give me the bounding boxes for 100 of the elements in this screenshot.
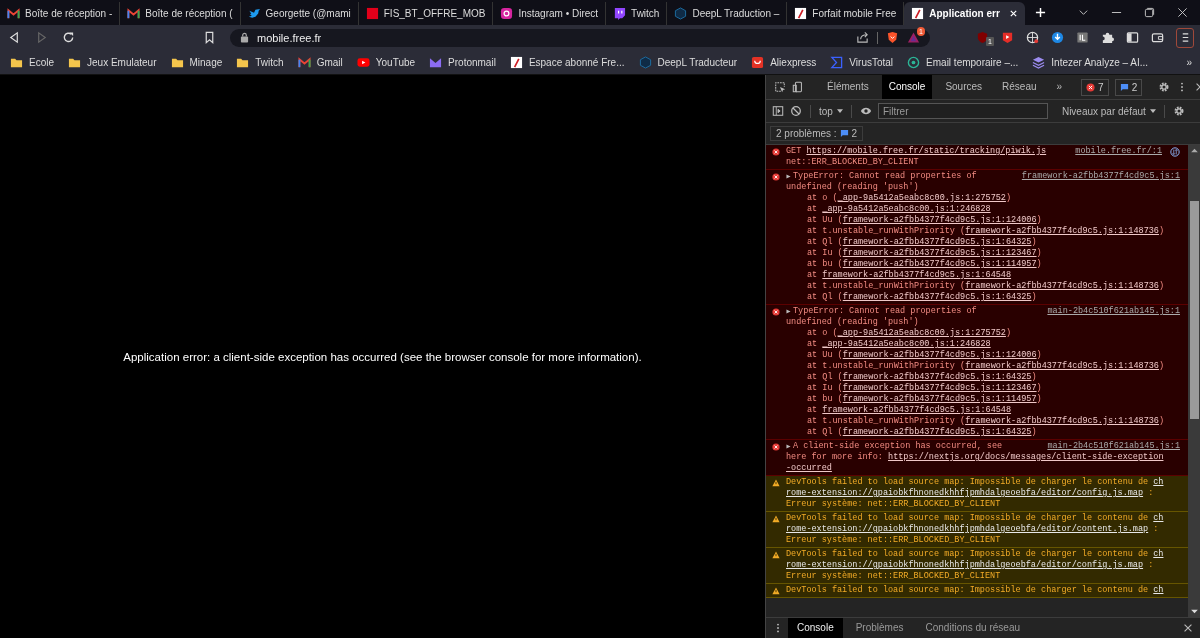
link[interactable]: ch xyxy=(1153,585,1164,596)
message-count-button[interactable]: 2 xyxy=(1114,78,1143,96)
settings-icon[interactable] xyxy=(1158,81,1171,93)
bird-icon xyxy=(247,7,261,20)
link[interactable]: framework-a2fbb4377f4cd9c5.js:1:148736 xyxy=(965,361,1159,372)
link[interactable]: framework-a2fbb4377f4cd9c5.js:1:123467 xyxy=(842,383,1037,394)
devtools-tab[interactable]: Console xyxy=(881,75,933,99)
devtools-tab[interactable]: Éléments xyxy=(820,75,876,99)
message-text: DevTools failed to load source map: Impossible de charger le contenu de xyxy=(786,477,1150,488)
share-icon[interactable] xyxy=(856,31,869,44)
source-link[interactable]: framework-a2fbb4377f4cd9c5.js:1 xyxy=(1021,171,1180,182)
chevron-down-icon[interactable] xyxy=(1078,7,1089,18)
link[interactable]: _app-9a5412a5eabc8c00.js:1:275752 xyxy=(837,193,1006,204)
close-icon[interactable] xyxy=(1008,9,1018,18)
source-link[interactable]: main-2b4c510f621ab145.js:1 xyxy=(1047,441,1180,452)
message-text: at t.unstable_runWithPriority ( xyxy=(807,226,966,237)
link[interactable]: https://mobile.free.fr/static/tracking/piwik.js xyxy=(806,146,1047,157)
bookmark-item[interactable]: Email temporaire –... xyxy=(907,55,1019,69)
lion-shield-icon[interactable] xyxy=(886,31,899,44)
clear-icon[interactable] xyxy=(790,105,802,117)
link[interactable]: framework-a2fbb4377f4cd9c5.js:1:148736 xyxy=(965,416,1159,427)
expand-triangle-icon[interactable] xyxy=(786,444,791,449)
levels-dropdown[interactable]: Niveaux par défaut xyxy=(1061,105,1156,117)
back-icon[interactable] xyxy=(8,31,21,44)
menu-button[interactable] xyxy=(1176,27,1194,48)
link[interactable]: framework-a2fbb4377f4cd9c5.js:1:114957 xyxy=(842,394,1037,405)
globe-icon[interactable] xyxy=(1026,31,1039,44)
square-icon[interactable] xyxy=(1076,31,1089,44)
scrollbar[interactable] xyxy=(1188,145,1200,617)
bookmark-item[interactable]: Gmail xyxy=(297,55,343,69)
link[interactable]: rome-extension://gpaiobkfhnonedkhhfjpmhdalgeoebfa/editor/content.js.map xyxy=(786,524,1149,535)
link[interactable]: _app-9a5412a5eabc8c00.js:1:246828 xyxy=(822,204,991,215)
link[interactable]: ch xyxy=(1153,477,1164,488)
bookmark-item[interactable]: Jeux Emulateur xyxy=(68,55,157,69)
eye-icon[interactable] xyxy=(859,105,872,117)
link[interactable]: framework-a2fbb4377f4cd9c5.js:1:64325 xyxy=(842,292,1032,303)
expand-triangle-icon[interactable] xyxy=(786,174,791,179)
source-link[interactable]: main-2b4c510f621ab145.js:1 xyxy=(1047,306,1180,317)
drawer-tab[interactable]: Problèmes xyxy=(846,618,913,638)
link[interactable]: framework-a2fbb4377f4cd9c5.js:1:148736 xyxy=(965,226,1159,237)
settings-icon[interactable] xyxy=(1172,105,1185,117)
expand-triangle-icon[interactable] xyxy=(786,309,791,314)
link[interactable]: ch xyxy=(1153,513,1164,524)
play-icon[interactable] xyxy=(1001,31,1014,44)
link[interactable]: -occurred xyxy=(786,463,832,474)
error-count-button[interactable]: 7 xyxy=(1081,78,1109,96)
filter-field[interactable]: Filtrer xyxy=(877,103,1048,119)
scroll-up-icon[interactable] xyxy=(1190,148,1198,153)
bookmark-icon[interactable] xyxy=(203,31,216,44)
link[interactable]: framework-a2fbb4377f4cd9c5.js:1:64548 xyxy=(822,270,1012,281)
network-icon[interactable] xyxy=(1170,146,1180,157)
download-icon[interactable] xyxy=(1051,31,1064,44)
devtools-tab[interactable]: Réseau xyxy=(995,75,1044,99)
wallet-icon[interactable] xyxy=(1151,31,1164,44)
new-tab-icon[interactable] xyxy=(1034,7,1046,18)
browser-tab[interactable]: Application err xyxy=(904,2,1025,25)
restore-icon[interactable] xyxy=(1144,7,1155,18)
bookmark-item[interactable]: YouTube xyxy=(356,55,416,69)
link[interactable]: framework-a2fbb4377f4cd9c5.js:1:124006 xyxy=(842,215,1037,226)
more-tabs-button[interactable]: » xyxy=(1049,75,1070,99)
link[interactable]: _app-9a5412a5eabc8c00.js:1:275752 xyxy=(837,328,1006,339)
scroll-down-icon[interactable] xyxy=(1190,609,1198,614)
bookmark-item[interactable]: Espace abonné Fre... xyxy=(509,55,625,69)
close-icon[interactable] xyxy=(1182,622,1194,634)
bookmark-item[interactable]: DeepL Traducteur xyxy=(638,55,738,69)
inspect-icon[interactable] xyxy=(774,81,786,93)
link[interactable]: framework-a2fbb4377f4cd9c5.js:1:64325 xyxy=(842,237,1032,248)
devtools-tab[interactable]: Sources xyxy=(938,75,990,99)
sidebar-icon[interactable] xyxy=(1126,31,1139,44)
source-link[interactable]: mobile.free.fr/:1 xyxy=(1075,146,1162,157)
link[interactable]: framework-a2fbb4377f4cd9c5.js:1:114957 xyxy=(842,259,1037,270)
bookmark-item[interactable]: Ecole xyxy=(10,55,54,69)
device-icon[interactable] xyxy=(792,81,804,93)
bookmark-item[interactable]: Minage xyxy=(170,55,223,69)
bookmark-item[interactable]: Intezer Analyze – AI... xyxy=(1032,55,1149,69)
link[interactable]: rome-extension://gpaiobkfhnonedkhhfjpmhdalgeoebfa/editor/config.js.map xyxy=(786,488,1144,499)
link[interactable]: framework-a2fbb4377f4cd9c5.js:1:64325 xyxy=(842,427,1032,438)
bookmark-item[interactable]: VirusTotal xyxy=(830,55,894,69)
more-bookmarks-button[interactable]: » xyxy=(1186,56,1192,68)
puzzle-icon[interactable] xyxy=(1101,31,1114,44)
sidebar-toggle-icon[interactable] xyxy=(772,105,784,117)
link[interactable]: _app-9a5412a5eabc8c00.js:1:246828 xyxy=(822,339,991,350)
context-dropdown[interactable]: top xyxy=(819,105,843,117)
close-icon[interactable] xyxy=(1177,7,1188,18)
link[interactable]: framework-a2fbb4377f4cd9c5.js:1:64548 xyxy=(822,405,1012,416)
reload-icon[interactable] xyxy=(62,31,75,44)
link[interactable]: framework-a2fbb4377f4cd9c5.js:1:64325 xyxy=(842,372,1032,383)
link[interactable]: https://nextjs.org/docs/messages/client-side-exception xyxy=(888,452,1164,463)
bookmark-item[interactable]: Twitch xyxy=(236,55,284,69)
issues-button[interactable]: 2 problèmes : 2 xyxy=(770,126,864,141)
link[interactable]: rome-extension://gpaiobkfhnonedkhhfjpmhdalgeoebfa/editor/config.js.map xyxy=(786,560,1144,571)
link[interactable]: framework-a2fbb4377f4cd9c5.js:1:124006 xyxy=(842,350,1037,361)
link[interactable]: framework-a2fbb4377f4cd9c5.js:1:148736 xyxy=(965,281,1159,292)
bookmark-item[interactable]: Protonmail xyxy=(429,55,496,69)
link[interactable]: framework-a2fbb4377f4cd9c5.js:1:123467 xyxy=(842,248,1037,259)
link[interactable]: ch xyxy=(1153,549,1164,560)
bookmark-item[interactable]: Aliexpress xyxy=(751,55,817,69)
triangle-icon[interactable] xyxy=(907,31,920,44)
drawer-tab[interactable]: Conditions du réseau xyxy=(916,618,1030,638)
drawer-tab[interactable]: Console xyxy=(788,618,843,638)
